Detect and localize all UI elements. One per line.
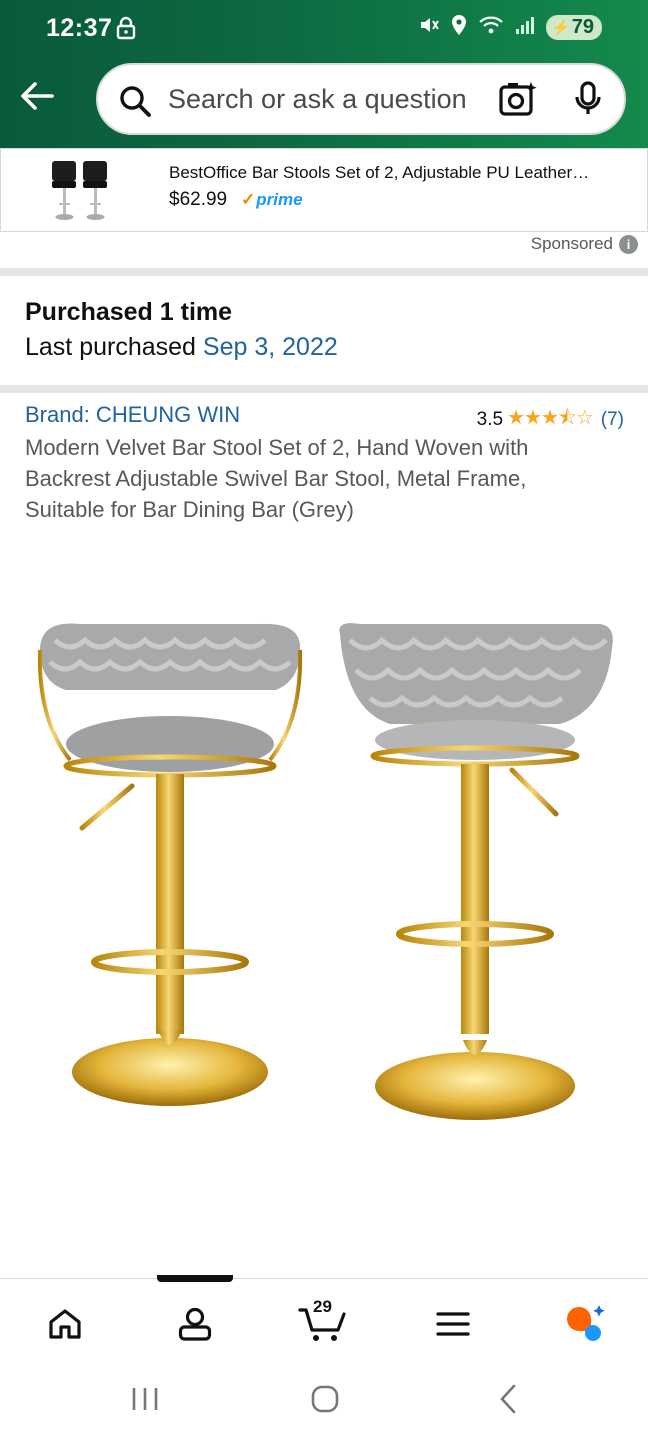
purchase-count: Purchased 1 time xyxy=(25,298,233,326)
header: 12:37 ⚡ 79 Search or ask a question xyxy=(0,0,648,148)
sponsored-ad[interactable]: BestOffice Bar Stools Set of 2, Adjustab… xyxy=(0,148,648,232)
ad-price: $62.99 xyxy=(169,189,228,210)
wifi-icon xyxy=(478,14,504,41)
location-icon xyxy=(450,14,468,41)
ad-title[interactable]: BestOffice Bar Stools Set of 2, Adjustab… xyxy=(169,163,635,183)
sponsored-label[interactable]: Sponsored i xyxy=(531,234,638,254)
search-input[interactable]: Search or ask a question xyxy=(168,84,467,115)
ad-product-image[interactable] xyxy=(47,157,117,227)
prime-check-icon: ✓ xyxy=(241,190,256,209)
system-navigation xyxy=(0,1364,648,1440)
status-bar: 12:37 ⚡ 79 xyxy=(0,0,648,56)
search-icon xyxy=(118,84,152,123)
stool-back-view xyxy=(339,623,613,1120)
section-divider xyxy=(0,385,648,393)
microphone-icon[interactable] xyxy=(574,81,602,122)
last-purchased-date[interactable]: Sep 3, 2022 xyxy=(203,333,338,361)
back-button[interactable] xyxy=(18,78,58,114)
recent-apps-icon[interactable] xyxy=(130,1384,160,1419)
system-back-icon[interactable] xyxy=(494,1384,524,1419)
account-icon[interactable] xyxy=(170,1299,220,1349)
info-icon[interactable]: i xyxy=(619,234,638,254)
last-purchased: Last purchased Sep 3, 2022 xyxy=(25,333,338,362)
last-purchased-label: Last purchased xyxy=(25,333,203,361)
stool-front-view xyxy=(37,623,303,1106)
product-title: Modern Velvet Bar Stool Set of 2, Hand W… xyxy=(25,435,529,522)
prime-badge: ✓prime xyxy=(241,190,303,210)
rating-value: 3.5 xyxy=(476,409,504,430)
menu-icon[interactable] xyxy=(428,1299,478,1349)
home-icon[interactable] xyxy=(40,1299,90,1349)
battery-icon: ⚡ 79 xyxy=(546,15,602,40)
status-time: 12:37 xyxy=(46,14,113,42)
search-bar[interactable]: Search or ask a question xyxy=(96,63,626,135)
active-tab-indicator xyxy=(157,1275,233,1282)
cart-count: 29 xyxy=(313,1297,332,1316)
battery-level: 79 xyxy=(571,16,594,38)
home-button-icon[interactable] xyxy=(310,1384,340,1419)
product-image[interactable] xyxy=(20,600,630,1140)
status-icons: ⚡ 79 xyxy=(418,14,602,41)
rufus-icon[interactable] xyxy=(558,1299,608,1349)
signal-icon xyxy=(514,15,536,40)
prime-label: prime xyxy=(256,190,303,209)
camera-search-icon[interactable] xyxy=(498,80,538,123)
brand-link[interactable]: Brand: CHEUNG WIN xyxy=(25,402,240,428)
section-divider xyxy=(0,268,648,276)
lock-icon xyxy=(116,16,136,45)
mute-icon xyxy=(418,14,440,41)
sponsored-text: Sponsored xyxy=(530,234,613,253)
bottom-navigation: 29 xyxy=(0,1275,648,1364)
rating-count[interactable]: (7) xyxy=(601,409,624,431)
